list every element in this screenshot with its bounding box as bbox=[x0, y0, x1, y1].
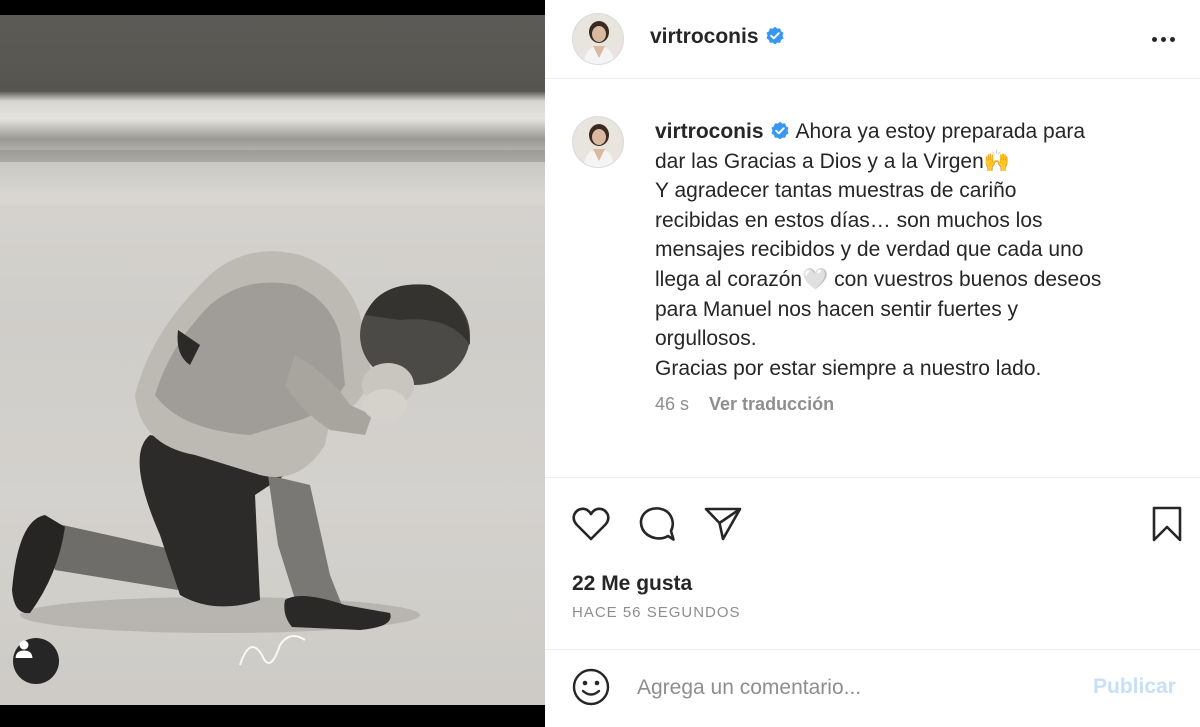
verified-badge-icon bbox=[771, 121, 789, 140]
caption-area: virtroconis Ahora ya estoy preparada par… bbox=[545, 80, 1200, 478]
post-author-username[interactable]: virtroconis bbox=[650, 25, 785, 49]
caption-meta: 46 s Ver traducción bbox=[655, 394, 834, 415]
caption-line: dar las Gracias a Dios y a la Virgen🙌 bbox=[655, 149, 1010, 173]
caption-line: mensajes recibidos y de verdad que cada … bbox=[655, 238, 1084, 262]
caption-line: recibidas en estos días… son muchos los bbox=[655, 208, 1043, 232]
avatar[interactable] bbox=[572, 116, 624, 168]
user-tag-icon[interactable] bbox=[13, 638, 59, 684]
post-timestamp[interactable]: HACE 56 SEGUNDOS bbox=[572, 604, 741, 621]
verified-badge-icon bbox=[766, 26, 784, 45]
caption-line: Ahora ya estoy preparada para bbox=[795, 120, 1086, 143]
caption-line: Gracias por estar siempre a nuestro lado… bbox=[655, 356, 1042, 380]
caption-line: Y agradecer tantas muestras de cariño bbox=[655, 179, 1017, 203]
post-caption: virtroconis Ahora ya estoy preparada par… bbox=[655, 117, 1185, 383]
caption-line: para Manuel nos hacen sentir fuertes y bbox=[655, 297, 1019, 321]
caption-line: llega al corazón🤍 con vuestros buenos de… bbox=[655, 267, 1102, 291]
comment-input[interactable] bbox=[637, 673, 1067, 703]
comment-bubble-icon[interactable] bbox=[637, 504, 677, 544]
caption-age[interactable]: 46 s bbox=[655, 394, 689, 415]
likes-count[interactable]: 22 Me gusta bbox=[572, 572, 692, 596]
bookmark-icon[interactable] bbox=[1147, 504, 1187, 544]
username-text[interactable]: virtroconis bbox=[650, 25, 759, 48]
heart-icon[interactable] bbox=[571, 504, 611, 544]
caption-line: orgullosos. bbox=[655, 327, 757, 351]
smiley-icon[interactable] bbox=[571, 667, 611, 707]
paper-plane-icon[interactable] bbox=[703, 504, 743, 544]
more-options-icon[interactable] bbox=[1147, 26, 1179, 52]
avatar[interactable] bbox=[572, 13, 624, 65]
publish-comment-button[interactable]: Publicar bbox=[1093, 675, 1176, 699]
action-bar: 22 Me gusta HACE 56 SEGUNDOS bbox=[545, 480, 1200, 650]
bullfighter-kneeling-photo bbox=[0, 15, 545, 705]
post-photo[interactable] bbox=[0, 0, 545, 727]
comment-bar: Publicar bbox=[545, 651, 1200, 727]
post-header: virtroconis bbox=[545, 0, 1200, 79]
caption-username[interactable]: virtroconis bbox=[655, 120, 764, 143]
post-details-panel: virtroconis virtroconis Ahora ya estoy p… bbox=[545, 0, 1200, 727]
see-translation-button[interactable]: Ver traducción bbox=[709, 394, 834, 415]
photo-illustration bbox=[0, 150, 545, 705]
